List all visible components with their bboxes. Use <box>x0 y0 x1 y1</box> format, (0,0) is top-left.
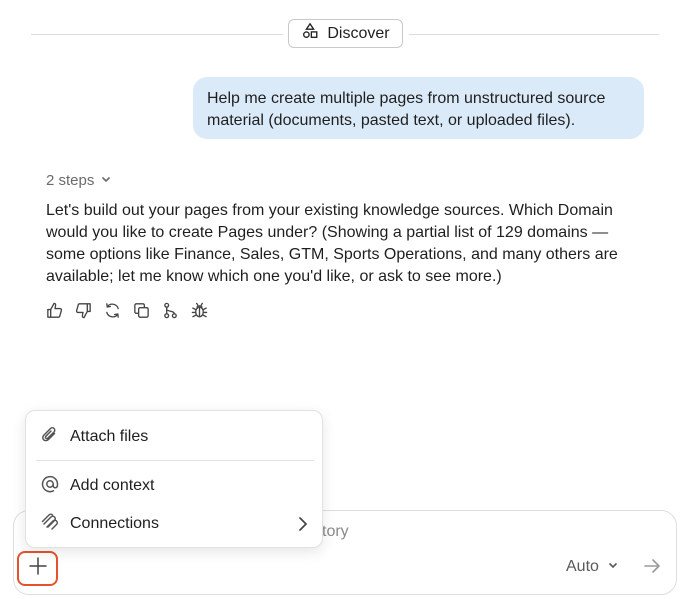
menu-item-add-context[interactable]: Add context <box>26 469 324 503</box>
chevron-right-icon <box>299 517 308 531</box>
menu-item-connections[interactable]: Connections <box>26 507 324 541</box>
user-message-bubble: Help me create multiple pages from unstr… <box>193 77 644 139</box>
connections-icon <box>40 512 60 537</box>
chevron-down-icon <box>100 172 112 189</box>
attach-menu: Attach files Add context Connections <box>25 410 323 548</box>
shapes-icon <box>301 22 319 45</box>
bug-icon[interactable] <box>189 300 209 320</box>
model-select[interactable]: Auto <box>566 558 619 576</box>
paperclip-icon <box>40 425 60 450</box>
message-actions <box>44 300 209 320</box>
user-message-text: Help me create multiple pages from unstr… <box>207 90 606 129</box>
add-attachment-button[interactable] <box>17 551 58 586</box>
discover-label: Discover <box>327 24 390 42</box>
thumbs-down-icon[interactable] <box>73 300 93 320</box>
model-label: Auto <box>566 558 599 575</box>
chevron-down-icon <box>607 558 619 576</box>
composer-placeholder: tory <box>322 523 349 540</box>
menu-item-attach-files[interactable]: Attach files <box>26 420 324 454</box>
copy-icon[interactable] <box>131 300 151 320</box>
menu-item-label: Attach files <box>70 428 149 445</box>
menu-item-label: Connections <box>70 515 159 532</box>
divider-right <box>409 34 659 35</box>
steps-toggle[interactable]: 2 steps <box>46 170 112 190</box>
menu-item-label: Add context <box>70 477 155 494</box>
plus-icon <box>28 556 48 581</box>
send-button[interactable] <box>640 557 664 579</box>
discover-button[interactable]: Discover <box>288 19 403 48</box>
steps-label: 2 steps <box>46 171 95 189</box>
regenerate-icon[interactable] <box>102 300 122 320</box>
menu-divider <box>36 460 314 461</box>
branch-icon[interactable] <box>160 300 180 320</box>
assistant-message: Let's build out your pages from your exi… <box>46 202 618 285</box>
divider-left <box>31 34 283 35</box>
arrow-right-icon <box>642 556 662 581</box>
thumbs-up-icon[interactable] <box>44 300 64 320</box>
at-sign-icon <box>40 474 60 499</box>
